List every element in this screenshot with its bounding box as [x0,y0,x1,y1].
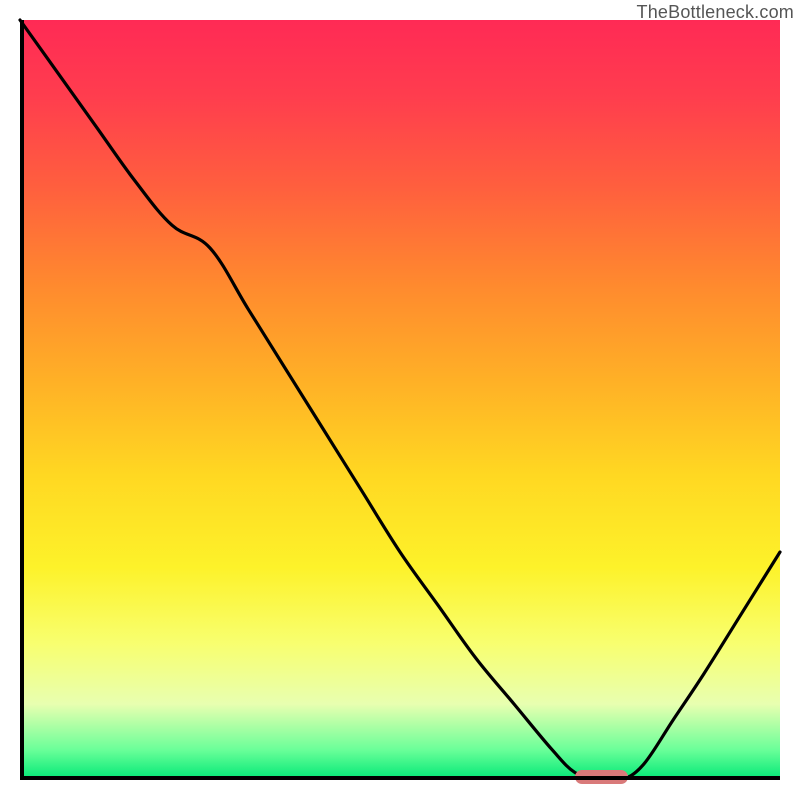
watermark-text: TheBottleneck.com [637,2,794,23]
curve-path [20,20,780,782]
y-axis [20,20,24,780]
x-axis [20,776,780,780]
bottleneck-chart: TheBottleneck.com [0,0,800,800]
bottleneck-curve [20,20,780,780]
